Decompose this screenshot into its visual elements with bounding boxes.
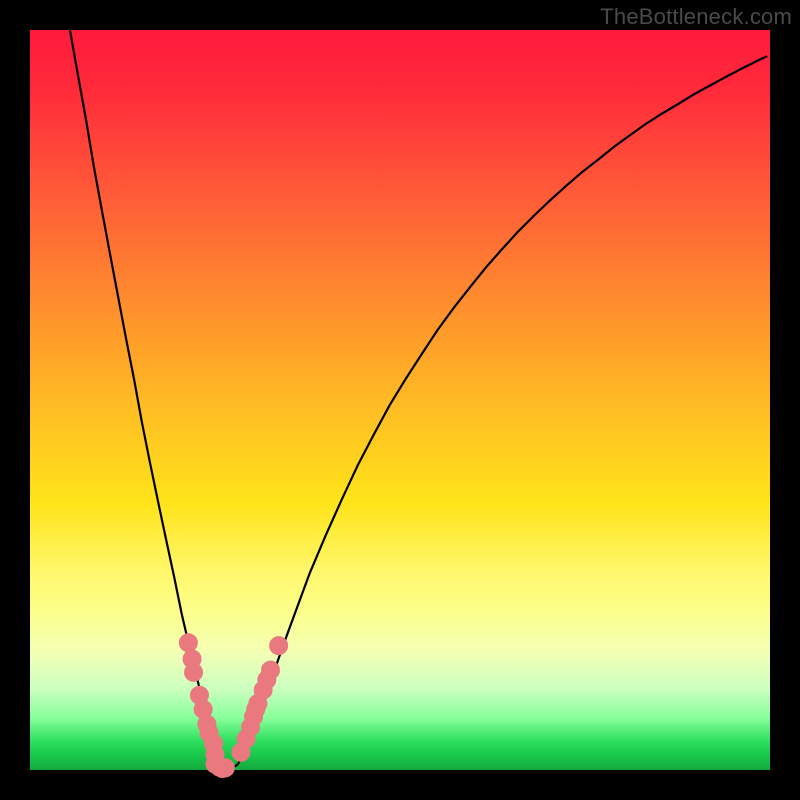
- attribution-label: TheBottleneck.com: [600, 4, 792, 30]
- data-points-group: [179, 634, 287, 778]
- data-point: [262, 661, 280, 679]
- plot-area: [30, 30, 770, 770]
- curve-layer: [30, 30, 770, 770]
- data-point: [185, 663, 203, 681]
- bottleneck-curve: [70, 30, 766, 770]
- data-point: [179, 634, 197, 652]
- chart-canvas: TheBottleneck.com: [0, 0, 800, 800]
- data-point: [270, 637, 288, 655]
- data-point: [216, 759, 234, 777]
